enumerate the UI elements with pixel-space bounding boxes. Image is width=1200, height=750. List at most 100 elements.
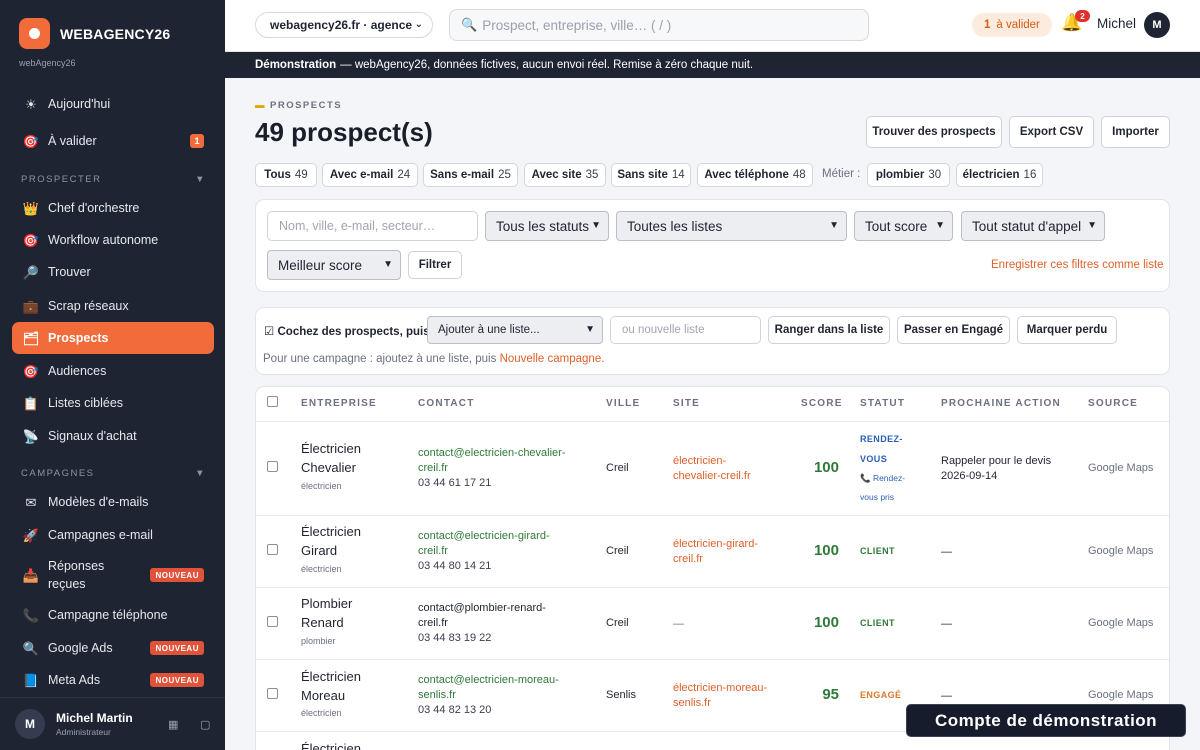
column-header-contact[interactable]: CONTACT (418, 398, 475, 409)
sidebar-item-campagne-telephone[interactable]: 📞 Campagne téléphone (12, 599, 214, 631)
score-select[interactable]: Tout score ▼ (854, 211, 953, 241)
add-to-list-select[interactable]: Ajouter à une liste... ▼ (427, 316, 603, 344)
to-validate-pill[interactable]: 1 à valider (972, 13, 1052, 37)
lists-select[interactable]: Toutes les listes ▼ (616, 211, 847, 241)
column-header-prochaine-action[interactable]: PROCHAINE ACTION (941, 398, 1061, 409)
sidebar-item-label: Meta Ads (48, 673, 101, 687)
section-prospecter[interactable]: PROSPECTER ▼ (21, 174, 206, 185)
logout-icon[interactable]: ▢ (200, 718, 210, 731)
import-button[interactable]: Importer (1101, 116, 1170, 148)
sidebar-item-google-ads[interactable]: 🔍 Google Ads NOUVEAU (12, 632, 214, 664)
sidebar-item-reponses-recues[interactable]: 📥 Réponses reçues NOUVEAU (12, 555, 214, 595)
filter-chip-with-email[interactable]: Avec e-mail 24 (322, 163, 418, 187)
sidebar-item-signaux-achat[interactable]: 📡 Signaux d'achat (12, 420, 214, 452)
sidebar-item-to-validate[interactable]: 🎯 À valider 1 (12, 125, 214, 157)
sidebar-item-label: Aujourd'hui (48, 97, 111, 111)
sidebar-user[interactable]: M Michel Martin Administrateur ▦ ▢ (0, 697, 225, 750)
sidebar-item-trouver[interactable]: 🔎 Trouver (12, 256, 214, 288)
contact-email[interactable]: contact@electricien-girard- (418, 529, 588, 544)
contact-email[interactable]: creil.fr (418, 461, 588, 476)
set-engaged-button[interactable]: Passer en Engagé (897, 316, 1010, 344)
site-link[interactable]: électricien-girard-creil.fr (673, 537, 783, 567)
filter-chip-without-site[interactable]: Sans site 14 (611, 163, 691, 187)
mark-lost-button[interactable]: Marquer perdu (1017, 316, 1117, 344)
sidebar-item-meta-ads[interactable]: 📘 Meta Ads NOUVEAU (12, 664, 214, 696)
contact-email[interactable]: creil.fr (418, 544, 588, 559)
site-link[interactable]: électricien-moreau-senlis.fr (673, 681, 783, 711)
sidebar-item-campagnes-email[interactable]: 🚀 Campagnes e-mail (12, 519, 214, 551)
chip-count: 25 (498, 169, 511, 181)
topbar: webagency26.fr · agence ⌄ 🔍 Prospect, en… (225, 0, 1200, 52)
source: Google Maps (1088, 617, 1154, 629)
filter-chip-with-phone[interactable]: Avec téléphone 48 (697, 163, 813, 187)
company-name[interactable]: Électricien (301, 739, 401, 750)
contact-email[interactable]: contact@plombier-renard- (418, 601, 588, 616)
sidebar-item-scrap-reseaux[interactable]: 💼 Scrap réseaux (12, 290, 214, 322)
agency-select[interactable]: webagency26.fr · agence ⌄ (255, 12, 433, 38)
bulk-label: ☑ Cochez des prospects, puis : (264, 326, 437, 338)
select-all-checkbox[interactable] (267, 396, 278, 407)
brand[interactable]: WEBAGENCY26 (19, 18, 170, 49)
global-search-input[interactable]: 🔍 Prospect, entreprise, ville… ( / ) (449, 9, 869, 41)
chip-label: Tous (264, 169, 291, 181)
contact-email[interactable]: contact@electricien-moreau- (418, 673, 588, 688)
briefcase-icon: 💼 (22, 298, 40, 314)
city: Senlis (606, 689, 636, 701)
chip-count: 14 (671, 169, 685, 181)
company-name[interactable]: Électricien Moreau (301, 667, 401, 705)
sidebar-item-prospects[interactable]: 🗂 Prospects (12, 322, 214, 354)
row-divider (256, 587, 1169, 588)
new-campaign-link[interactable]: Nouvelle campagne. (500, 353, 605, 365)
new-list-input[interactable]: ou nouvelle liste (610, 316, 761, 344)
site-link[interactable]: électricien-chevalier-creil.fr (673, 454, 783, 484)
column-header-ville[interactable]: VILLE (606, 398, 640, 409)
column-header-statut[interactable]: STATUT (860, 398, 905, 409)
section-campagnes[interactable]: CAMPAGNES ▼ (21, 468, 206, 479)
metier-chip-electricien[interactable]: électricien 16 (956, 163, 1043, 187)
chevron-down-icon: ▼ (383, 259, 393, 270)
contact-email[interactable]: creil.fr (418, 616, 588, 631)
call-status-select[interactable]: Tout statut d'appel ▼ (961, 211, 1105, 241)
row-checkbox[interactable] (267, 688, 278, 699)
sidebar-item-today[interactable]: ☀ Aujourd'hui (12, 88, 214, 120)
store-in-list-button[interactable]: Ranger dans la liste (768, 316, 890, 344)
company-name[interactable]: Électricien Girard (301, 522, 401, 560)
filter-chip-with-site[interactable]: Avec site 35 (524, 163, 606, 187)
sidebar-item-audiences[interactable]: 🎯 Audiences (12, 355, 214, 387)
company-tag: électricien (301, 708, 342, 718)
company-name[interactable]: Plombier Renard (301, 594, 401, 632)
page-kicker: ▬ PROSPECTS (255, 100, 342, 111)
building-icon[interactable]: ▦ (168, 718, 178, 731)
filter-button[interactable]: Filtrer (408, 251, 462, 279)
prospect-search-input[interactable]: Nom, ville, e-mail, secteur… (267, 211, 478, 241)
sidebar-item-chef-orchestre[interactable]: 👑 Chef d'orchestre (12, 192, 214, 224)
sidebar-item-label: Réponses reçues (48, 559, 105, 591)
topbar-user-name[interactable]: Michel (1097, 16, 1136, 31)
company-name[interactable]: Électricien Chevalier (301, 439, 401, 477)
export-csv-button[interactable]: Export CSV (1009, 116, 1094, 148)
contact-email[interactable]: senlis.fr (418, 688, 588, 703)
sidebar-item-modeles-emails[interactable]: ✉ Modèles d'e-mails (12, 486, 214, 518)
next-action: Rappeler pour le devis 2026-09-14 (941, 454, 1071, 484)
avatar[interactable]: M (1144, 12, 1170, 38)
column-header-source[interactable]: SOURCE (1088, 398, 1138, 409)
status-select[interactable]: Tous les statuts ▼ (485, 211, 609, 241)
row-checkbox[interactable] (267, 461, 278, 472)
row-checkbox[interactable] (267, 544, 278, 555)
filter-chip-without-email[interactable]: Sans e-mail 25 (423, 163, 518, 187)
next-action: — (941, 618, 952, 630)
sidebar-item-listes-ciblees[interactable]: 📋 Listes ciblées (12, 387, 214, 419)
contact-email[interactable]: contact@electricien-chevalier- (418, 446, 588, 461)
find-prospects-button[interactable]: Trouver des prospects (866, 116, 1002, 148)
sun-icon: ☀ (25, 96, 37, 112)
sort-select[interactable]: Meilleur score ▼ (267, 250, 401, 280)
sidebar-item-workflow[interactable]: 🎯 Workflow autonome (12, 224, 214, 256)
column-header-score[interactable]: SCORE (801, 398, 843, 409)
column-header-site[interactable]: SITE (673, 398, 700, 409)
save-filters-link[interactable]: Enregistrer ces filtres comme liste (991, 259, 1164, 271)
row-checkbox[interactable] (267, 616, 278, 627)
page-kicker-label: PROSPECTS (270, 100, 343, 111)
filter-chip-all[interactable]: Tous 49 (255, 163, 317, 187)
metier-chip-plombier[interactable]: plombier 30 (867, 163, 950, 187)
column-header-entreprise[interactable]: ENTREPRISE (301, 398, 377, 409)
